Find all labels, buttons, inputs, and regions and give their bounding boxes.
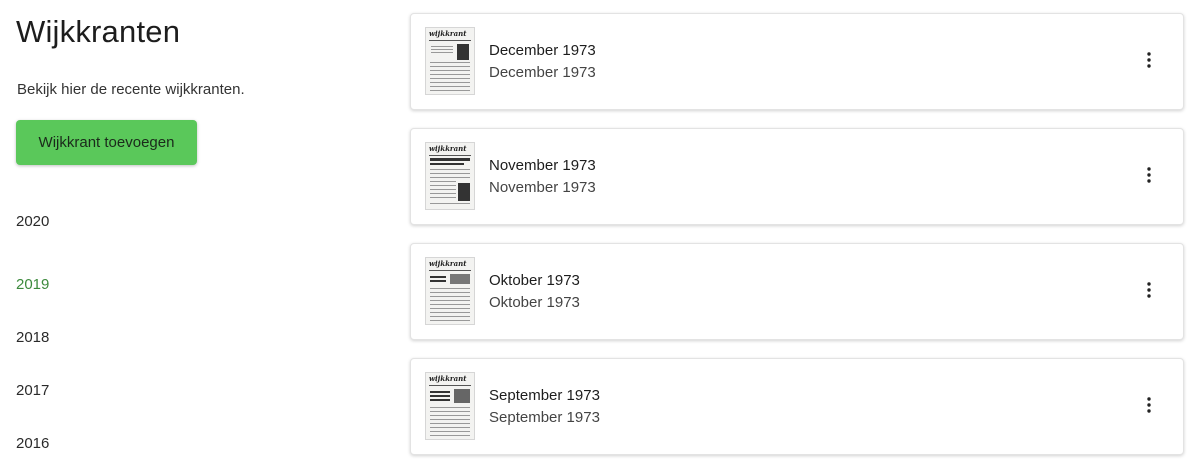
year-item-2017[interactable]: 2017: [16, 379, 49, 403]
more-vertical-icon[interactable]: [1137, 48, 1161, 72]
year-item-2020[interactable]: 2020: [16, 210, 49, 234]
thumbnail-masthead: wijkkrant: [429, 259, 467, 268]
page-title: Wijkkranten: [16, 14, 181, 49]
newspaper-thumbnail: wijkkrant: [425, 27, 475, 95]
edition-subtitle: Oktober 1973: [489, 294, 580, 311]
edition-title: September 1973: [489, 387, 600, 404]
edition-title: December 1973: [489, 42, 596, 59]
edition-title: Oktober 1973: [489, 272, 580, 289]
year-item-2018[interactable]: 2018: [16, 326, 49, 350]
edition-title: November 1973: [489, 157, 596, 174]
more-vertical-icon[interactable]: [1137, 278, 1161, 302]
thumbnail-masthead: wijkkrant: [429, 144, 467, 153]
page: Wijkkranten Bekijk hier de recente wijkk…: [0, 0, 1200, 471]
thumbnail-masthead: wijkkrant: [429, 374, 467, 383]
edition-card[interactable]: wijkkrant November 1973 November 1973: [410, 128, 1184, 225]
year-item-2019[interactable]: 2019: [16, 273, 49, 297]
edition-subtitle: November 1973: [489, 179, 596, 196]
edition-card[interactable]: wijkkrant September 1973 September 1973: [410, 358, 1184, 455]
newspaper-thumbnail: wijkkrant: [425, 372, 475, 440]
newspaper-thumbnail: wijkkrant: [425, 257, 475, 325]
thumbnail-masthead: wijkkrant: [429, 29, 467, 38]
page-subtitle: Bekijk hier de recente wijkkranten.: [17, 81, 245, 98]
edition-subtitle: December 1973: [489, 64, 596, 81]
edition-subtitle: September 1973: [489, 409, 600, 426]
edition-card[interactable]: wijkkrant December 1973 December 1973: [410, 13, 1184, 110]
more-vertical-icon[interactable]: [1137, 393, 1161, 417]
add-wijkkrant-button[interactable]: Wijkkrant toevoegen: [16, 120, 197, 165]
newspaper-thumbnail: wijkkrant: [425, 142, 475, 210]
year-item-2016[interactable]: 2016: [16, 432, 49, 456]
more-vertical-icon[interactable]: [1137, 163, 1161, 187]
edition-card[interactable]: wijkkrant Oktober 1973 Oktober 1973: [410, 243, 1184, 340]
